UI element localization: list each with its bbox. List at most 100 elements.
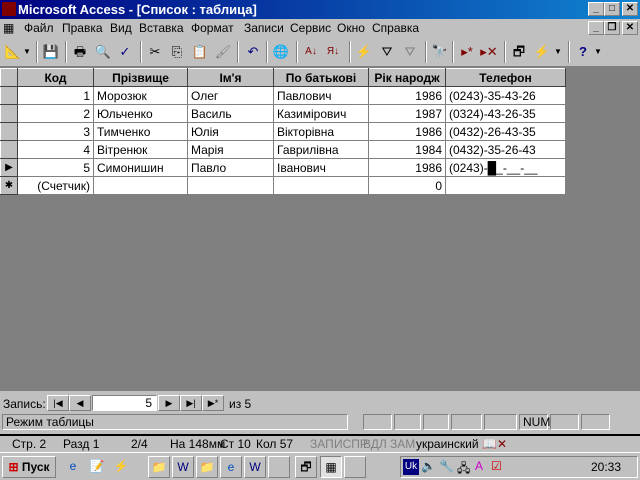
task-word-2[interactable]: W bbox=[244, 456, 266, 478]
print-icon[interactable]: 🖶 bbox=[69, 41, 91, 63]
first-record-button[interactable]: |◀ bbox=[47, 395, 69, 411]
cell[interactable] bbox=[445, 176, 566, 195]
cell[interactable]: (Счетчик) bbox=[17, 176, 94, 195]
overwrite-indicator[interactable]: ЗАМ bbox=[390, 437, 415, 451]
menu-view[interactable]: Вид bbox=[110, 21, 132, 35]
network-icon[interactable]: 🖧 bbox=[457, 459, 470, 480]
task-folder-2[interactable]: 📁 bbox=[196, 456, 218, 478]
volume-icon[interactable]: 🔈 bbox=[421, 459, 436, 473]
find-icon[interactable]: 🔭 bbox=[429, 41, 451, 63]
format-painter-icon[interactable]: 🖌 bbox=[212, 41, 234, 63]
task-access-db[interactable]: 🗗 bbox=[295, 456, 317, 478]
task-access-table[interactable]: ▦ bbox=[320, 456, 342, 478]
table-row[interactable]: 2 Юльченко Василь Казимірович 1987 (0324)-43-… bbox=[0, 104, 566, 123]
cell[interactable]: 1986 bbox=[368, 158, 446, 177]
prev-record-button[interactable]: ◀ bbox=[69, 395, 91, 411]
task-word-1[interactable]: W bbox=[172, 456, 194, 478]
cell[interactable]: 3 bbox=[17, 122, 94, 141]
cell[interactable]: 0 bbox=[368, 176, 446, 195]
cell[interactable]: Юльченко bbox=[93, 104, 188, 123]
cell[interactable]: Павло bbox=[187, 158, 274, 177]
cell[interactable]: Іванович bbox=[273, 158, 369, 177]
table-row[interactable]: 3 Тимченко Юлія Вікторівна 1986 (0432)-26-43-… bbox=[0, 122, 566, 141]
cell[interactable]: Вітренюк bbox=[93, 140, 188, 159]
start-button[interactable]: ⊞ Пуск bbox=[2, 456, 56, 478]
cell[interactable] bbox=[187, 176, 274, 195]
doc-minimize-button[interactable]: _ bbox=[588, 21, 604, 35]
next-record-button[interactable]: ▶ bbox=[158, 395, 180, 411]
doc-close-button[interactable]: ✕ bbox=[622, 21, 638, 35]
task-blank-1[interactable] bbox=[268, 456, 290, 478]
menu-insert[interactable]: Вставка bbox=[139, 21, 184, 35]
undo-icon[interactable]: ↶ bbox=[242, 41, 264, 63]
cell[interactable]: 1984 bbox=[368, 140, 446, 159]
copy-icon[interactable]: ⎘ bbox=[166, 41, 188, 63]
new-record-row[interactable]: ✱ (Счетчик) 0 bbox=[0, 176, 566, 195]
cell[interactable]: (0243)-35-43-26 bbox=[445, 86, 566, 105]
sort-ascending-icon[interactable]: А↓ bbox=[300, 41, 322, 63]
cell[interactable]: (0324)-43-26-35 bbox=[445, 104, 566, 123]
menu-help[interactable]: Справка bbox=[372, 21, 419, 35]
table-row[interactable]: 1 Морозюк Олег Павлович 1986 (0243)-35-43-26 bbox=[0, 86, 566, 105]
row-selector[interactable] bbox=[0, 104, 18, 123]
current-record-icon[interactable]: ▶ bbox=[0, 158, 18, 177]
cell[interactable]: Василь bbox=[187, 104, 274, 123]
cell[interactable]: Симонишин bbox=[93, 158, 188, 177]
filter-by-selection-icon[interactable]: ⚡ bbox=[353, 41, 375, 63]
menu-edit[interactable]: Правка bbox=[62, 21, 103, 35]
cell[interactable]: 1986 bbox=[368, 86, 446, 105]
column-header[interactable]: Телефон bbox=[445, 68, 566, 87]
new-object-icon[interactable]: ⚡ bbox=[531, 41, 553, 63]
winamp-icon[interactable]: ⚡ bbox=[110, 456, 132, 478]
language-indicator[interactable]: украинский bbox=[416, 437, 479, 451]
cell[interactable]: Гаврилівна bbox=[273, 140, 369, 159]
cell[interactable]: 2 bbox=[17, 104, 94, 123]
checkmark-tray-icon[interactable]: ☑ bbox=[491, 459, 502, 473]
extend-indicator[interactable]: ВДЛ bbox=[363, 437, 387, 451]
close-button[interactable]: ✕ bbox=[622, 2, 638, 16]
sort-descending-icon[interactable]: Я↓ bbox=[322, 41, 344, 63]
ie-icon[interactable]: e bbox=[62, 456, 84, 478]
cell[interactable]: 5 bbox=[17, 158, 94, 177]
paste-icon[interactable]: 📋 bbox=[189, 41, 211, 63]
column-header[interactable]: По батькові bbox=[273, 68, 369, 87]
menu-file[interactable]: Файл bbox=[24, 21, 54, 35]
clock[interactable]: 20:33 bbox=[591, 460, 621, 474]
row-selector[interactable] bbox=[0, 86, 18, 105]
print-preview-icon[interactable]: 🔍 bbox=[92, 41, 114, 63]
cell[interactable]: 4 bbox=[17, 140, 94, 159]
cell[interactable]: (0432)-26-43-35 bbox=[445, 122, 566, 141]
row-selector[interactable] bbox=[0, 140, 18, 159]
menu-records[interactable]: Записи bbox=[244, 21, 284, 35]
table-row[interactable]: ▶ 5 Симонишин Павло Іванович 1986 (0243)-█_-__… bbox=[0, 158, 566, 177]
cell[interactable]: Казимірович bbox=[273, 104, 369, 123]
menu-window[interactable]: Окно bbox=[337, 21, 365, 35]
save-icon[interactable]: 💾 bbox=[40, 41, 62, 63]
design-view-icon[interactable]: 📐 bbox=[2, 41, 24, 63]
cut-icon[interactable]: ✂ bbox=[144, 41, 166, 63]
cell[interactable]: Морозюк bbox=[93, 86, 188, 105]
help-dropdown-icon[interactable]: ▼ bbox=[593, 41, 603, 63]
column-header[interactable]: Прізвище bbox=[93, 68, 188, 87]
record-number-input[interactable]: 5 bbox=[92, 395, 157, 411]
cell[interactable]: Тимченко bbox=[93, 122, 188, 141]
new-record-selector-icon[interactable]: ✱ bbox=[0, 176, 18, 195]
cell[interactable]: (0432)-35-26-43 bbox=[445, 140, 566, 159]
rec-indicator[interactable]: ЗАП bbox=[310, 437, 334, 451]
maximize-button[interactable]: □ bbox=[604, 2, 620, 16]
view-dropdown-icon[interactable]: ▼ bbox=[22, 41, 32, 63]
column-header[interactable]: Код bbox=[17, 68, 94, 87]
cell[interactable]: Марія bbox=[187, 140, 274, 159]
spelling-icon[interactable]: ✓ bbox=[114, 41, 136, 63]
help-icon[interactable]: ? bbox=[572, 41, 594, 63]
column-header[interactable]: Ім'я bbox=[187, 68, 274, 87]
minimize-button[interactable]: _ bbox=[588, 2, 604, 16]
column-header[interactable]: Рік народж bbox=[368, 68, 446, 87]
scheduler-icon[interactable]: 🔧 bbox=[439, 459, 454, 473]
new-object-dropdown-icon[interactable]: ▼ bbox=[553, 41, 563, 63]
menu-tools[interactable]: Сервис bbox=[290, 21, 331, 35]
cell[interactable]: (0243)-█_-__-__ bbox=[445, 158, 566, 177]
apply-filter-icon[interactable]: ⛛ bbox=[399, 41, 421, 63]
doc-restore-button[interactable]: ❐ bbox=[604, 21, 620, 35]
task-blank-2[interactable] bbox=[344, 456, 366, 478]
